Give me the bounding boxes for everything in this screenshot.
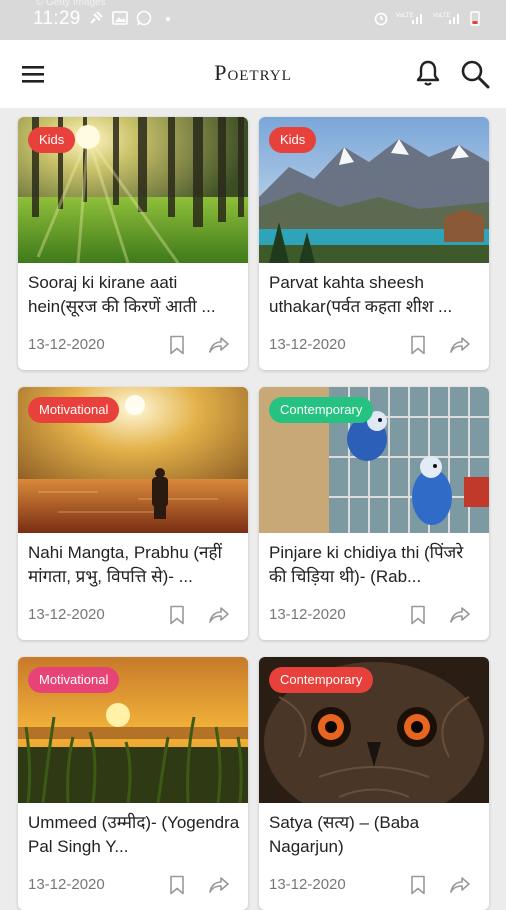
share-icon[interactable] bbox=[208, 605, 230, 625]
bookmark-icon[interactable] bbox=[168, 335, 186, 355]
bookmark-icon[interactable] bbox=[409, 605, 427, 625]
alarm-icon bbox=[374, 12, 388, 26]
status-bar: © Getty Images 11:29 VoLTE VoLTE bbox=[0, 0, 506, 40]
volte-signal-icon: VoLTE bbox=[433, 13, 459, 24]
bookmark-icon[interactable] bbox=[409, 875, 427, 895]
share-icon[interactable] bbox=[449, 335, 471, 355]
share-icon[interactable] bbox=[208, 875, 230, 895]
category-badge[interactable]: Kids bbox=[28, 127, 76, 153]
volte-signal-icon: VoLTE bbox=[396, 13, 422, 24]
bookmark-icon[interactable] bbox=[168, 605, 186, 625]
poem-card[interactable]: Contemporary Pinjare ki chidiya thi (पिं… bbox=[259, 387, 489, 640]
card-date: 13-12-2020 bbox=[28, 606, 105, 623]
poem-card[interactable]: Kids Sooraj ki kirane aati hein(सूरज की … bbox=[18, 117, 248, 370]
svg-text:VoLTE: VoLTE bbox=[433, 13, 451, 19]
watermark-text: © Getty Images bbox=[36, 0, 106, 8]
status-right-icons: VoLTE VoLTE bbox=[373, 10, 480, 26]
bookmark-icon[interactable] bbox=[409, 335, 427, 355]
whatsapp-icon bbox=[136, 10, 152, 26]
share-icon[interactable] bbox=[208, 335, 230, 355]
category-badge[interactable]: Contemporary bbox=[269, 667, 374, 693]
category-badge[interactable]: Kids bbox=[269, 127, 317, 153]
poem-card[interactable]: Contemporary Satya (सत्य) – (Baba Nagarj… bbox=[259, 657, 489, 910]
share-icon[interactable] bbox=[449, 605, 471, 625]
category-badge[interactable]: Motivational bbox=[28, 667, 120, 693]
status-time: 11:29 bbox=[33, 8, 81, 29]
card-title: Parvat kahta sheesh uthakar(पर्वत कहता श… bbox=[269, 273, 453, 316]
card-date: 13-12-2020 bbox=[269, 876, 346, 893]
card-title: Pinjare ki chidiya thi (पिंजरे की चिड़िय… bbox=[269, 543, 464, 586]
category-badge[interactable]: Contemporary bbox=[269, 397, 374, 423]
card-title: Ummeed (उम्मीद)- (Yogendra Pal Singh Y..… bbox=[28, 813, 240, 856]
search-icon[interactable] bbox=[459, 58, 491, 90]
svg-text:VoLTE: VoLTE bbox=[396, 13, 414, 19]
bell-icon[interactable] bbox=[413, 58, 443, 88]
poem-card[interactable]: Motivational Ummeed (उम्मीद)- (Yogendra … bbox=[18, 657, 248, 910]
category-badge[interactable]: Motivational bbox=[28, 397, 120, 423]
poem-card[interactable]: Motivational Nahi Mangta, Prabhu (नहीं म… bbox=[18, 387, 248, 640]
share-icon[interactable] bbox=[449, 875, 471, 895]
card-date: 13-12-2020 bbox=[28, 336, 105, 353]
card-title: Satya (सत्य) – (Baba Nagarjun) bbox=[269, 813, 420, 856]
status-left-icons bbox=[88, 10, 176, 26]
card-date: 13-12-2020 bbox=[28, 876, 105, 893]
bookmark-icon[interactable] bbox=[168, 875, 186, 895]
card-title: Nahi Mangta, Prabhu (नहीं मांगता, प्रभु,… bbox=[28, 543, 222, 586]
card-title: Sooraj ki kirane aati hein(सूरज की किरणे… bbox=[28, 273, 216, 316]
card-date: 13-12-2020 bbox=[269, 606, 346, 623]
image-icon bbox=[112, 11, 128, 25]
poem-card[interactable]: Kids Parvat kahta sheesh uthakar(पर्वत क… bbox=[259, 117, 489, 370]
battery-icon bbox=[470, 11, 480, 26]
app-bar: Poetryl bbox=[0, 40, 506, 108]
satellite-icon bbox=[90, 11, 103, 24]
card-date: 13-12-2020 bbox=[269, 336, 346, 353]
dot-icon bbox=[166, 17, 170, 21]
